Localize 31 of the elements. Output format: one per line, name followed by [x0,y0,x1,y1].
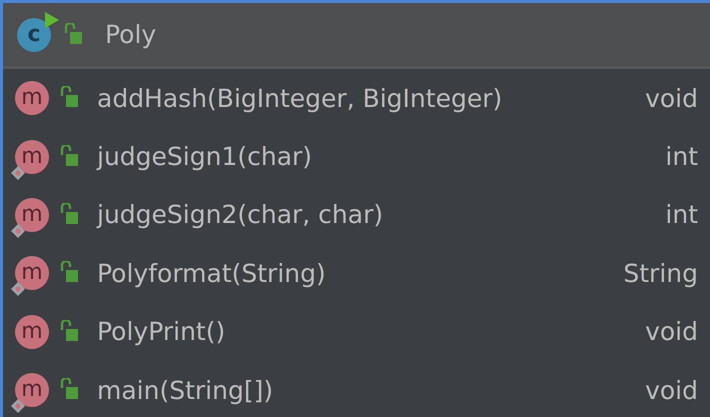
method-row[interactable]: m judgeSign1(char) int [3,127,710,186]
method-row[interactable]: m PolyPrint() void [3,302,710,361]
lock-icon [59,202,79,227]
return-type: int [665,200,698,230]
method-signature: judgeSign1(char) [97,142,314,172]
method-icon: m [15,198,49,232]
method-icon: m [15,140,49,174]
method-icon: m [15,81,49,116]
method-signature: main(String[]) [97,376,274,405]
return-type: String [623,258,698,288]
return-type: void [645,317,698,346]
method-signature: judgeSign2(char, char) [97,200,384,230]
method-row[interactable]: m judgeSign2(char, char) int [3,186,710,244]
method-signature: PolyPrint() [97,317,226,346]
method-row[interactable]: m main(String[]) void [3,360,710,417]
class-icon: c [17,18,51,52]
method-signature: Polyformat(String) [97,258,327,288]
lock-icon [59,144,79,169]
method-icon: m [15,256,49,290]
method-icon: m [15,373,49,408]
method-row[interactable]: m Polyformat(String) String [3,244,710,303]
class-name: Poly [105,20,156,49]
method-signature: addHash(BigInteger, BigInteger) [97,84,504,113]
return-type: int [665,142,698,172]
return-type: void [645,84,698,113]
run-icon [45,12,59,28]
method-icon: m [15,314,49,349]
return-type: void [645,376,698,405]
lock-icon [63,22,83,46]
method-row[interactable]: m addHash(BigInteger, BigInteger) void [3,69,710,128]
lock-icon [59,320,79,344]
